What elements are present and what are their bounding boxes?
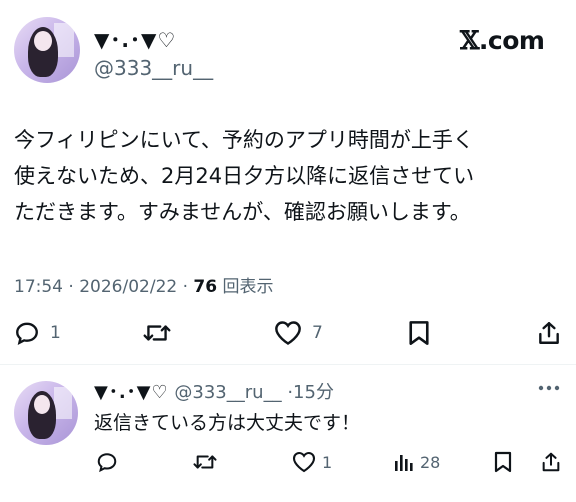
reply-text: 返信きている方は大丈夫です！: [94, 412, 361, 434]
share-upload-icon: [539, 322, 559, 344]
views-count: 76: [193, 277, 218, 297]
x-logo: 𝕏.com: [460, 26, 545, 55]
speech-bubble-icon: [16, 322, 38, 345]
tweet-time[interactable]: 17:54: [14, 277, 63, 297]
reply-count: 1: [50, 323, 61, 343]
main-tweet: ▼･.･▼♡ @333__ru__ 𝕏.com 今フィリピンにいて、予約のアプリ…: [0, 0, 576, 364]
user-handle[interactable]: @333__ru__: [94, 56, 213, 80]
tweet-date[interactable]: 2026/02/22: [79, 277, 177, 297]
divider: [0, 364, 576, 365]
x-logo-suffix: .com: [478, 26, 545, 55]
reply-share-button[interactable]: [540, 448, 562, 476]
tweet-text-line: ただきます。すみませんが、確認お願いします。: [14, 200, 471, 224]
heart-icon: [292, 451, 316, 473]
meta-separator: ·: [182, 277, 194, 297]
meta-separator: ·: [68, 277, 80, 297]
reply-actions: 1 28: [0, 448, 576, 476]
tweet-text-line: 今フィリピンにいて、予約のアプリ時間が上手く: [14, 128, 474, 152]
retweet-arrows-icon: [193, 455, 217, 469]
reply-handle[interactable]: @333__ru__: [174, 382, 281, 403]
bookmark-icon: [409, 321, 429, 345]
tweet-text: 今フィリピンにいて、予約のアプリ時間が上手く 使えないため、2月24日夕方以降に…: [14, 122, 562, 230]
tweet-meta: 17:54 · 2026/02/22 · 76 回表示: [14, 272, 274, 297]
reply-header: ▼･.･▼♡ @333__ru__ ·15分: [94, 378, 334, 404]
reply-views-button[interactable]: 28: [394, 448, 440, 476]
views-label: 回表示: [222, 277, 274, 297]
display-name[interactable]: ▼･.･▼♡: [94, 24, 176, 53]
reply-reply-button[interactable]: [96, 448, 124, 476]
more-dots-icon[interactable]: [536, 380, 562, 396]
reply-avatar[interactable]: [14, 381, 78, 445]
share-upload-icon: [542, 452, 560, 472]
bookmark-icon: [494, 451, 512, 473]
heart-icon: [275, 321, 301, 345]
retweet-button[interactable]: [142, 316, 182, 350]
reply-button[interactable]: 1: [14, 316, 61, 350]
tweet-text-line: 使えないため、2月24日夕方以降に返信させてい: [14, 164, 475, 188]
reply-views-count: 28: [420, 452, 441, 472]
bar-chart-icon: [395, 455, 413, 471]
like-count: 7: [312, 323, 323, 343]
like-button[interactable]: 7: [274, 316, 323, 350]
avatar[interactable]: [14, 17, 80, 83]
reply-like-button[interactable]: 1: [292, 448, 332, 476]
reply-time[interactable]: 15分: [293, 382, 334, 403]
bookmark-button[interactable]: [408, 316, 430, 350]
tweet-actions: 1 7: [0, 316, 576, 350]
reply-retweet-button[interactable]: [192, 448, 224, 476]
reply-bookmark-button[interactable]: [494, 448, 512, 476]
share-button[interactable]: [536, 316, 562, 350]
reply-display-name[interactable]: ▼･.･▼♡: [94, 382, 169, 403]
retweet-arrows-icon: [143, 325, 171, 341]
speech-bubble-icon: [97, 453, 117, 473]
reply-like-count: 1: [322, 452, 333, 472]
x-icon: 𝕏: [460, 26, 479, 55]
